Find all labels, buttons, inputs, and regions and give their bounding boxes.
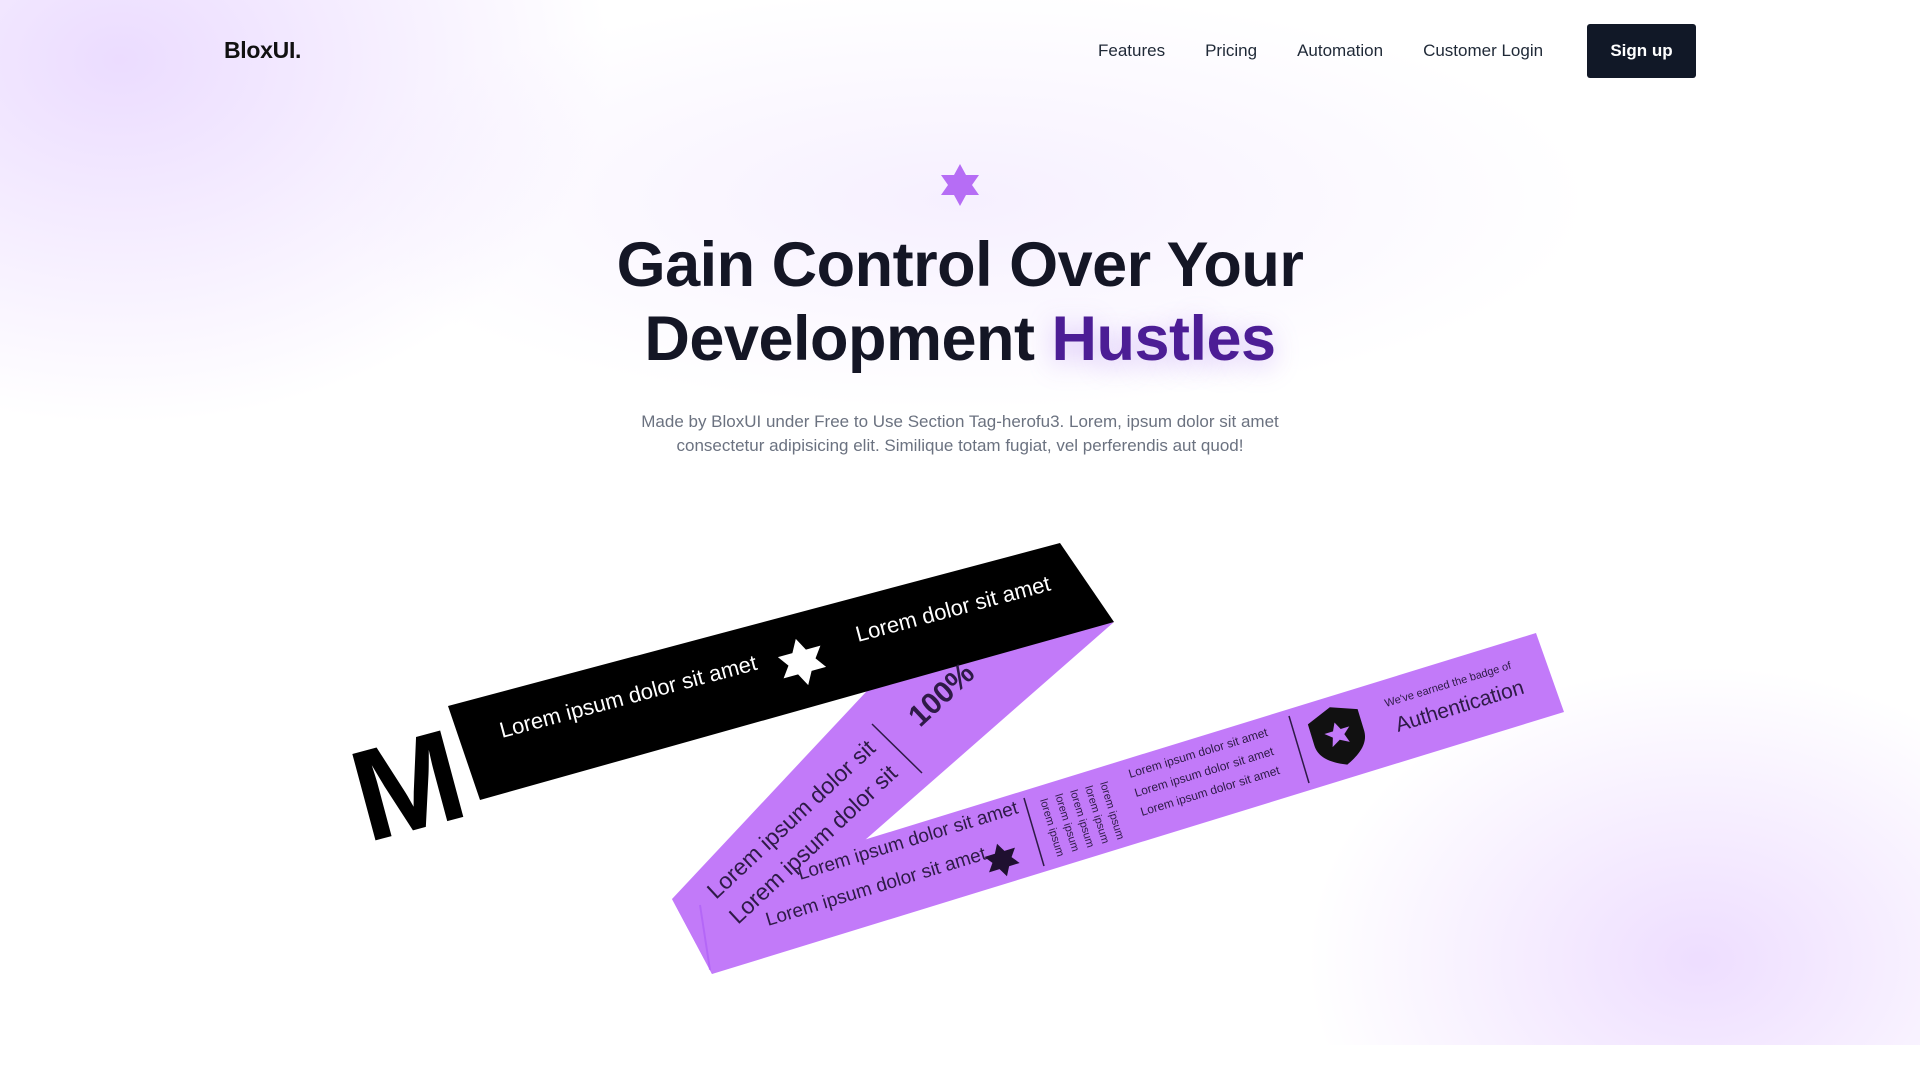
nav-link-features[interactable]: Features [1098,41,1165,61]
nav-link-automation[interactable]: Automation [1297,41,1383,61]
signup-button[interactable]: Sign up [1587,24,1696,78]
hero-subtitle-line-2: consectetur adipisicing elit. Similique … [676,436,1244,455]
brand-logo[interactable]: BloxUI. [224,37,301,64]
nav-link-pricing[interactable]: Pricing [1205,41,1257,61]
main-nav: Features Pricing Automation Customer Log… [1098,41,1543,61]
hexagram-star-icon [941,164,979,206]
ribbons-svg: M Lorem ipsum dolor sit amet Lorem dolor… [337,543,1564,974]
hero-title-line-1: Gain Control Over Your [616,230,1304,300]
nav-link-customer-login[interactable]: Customer Login [1423,41,1543,61]
hero-title-plain: Development [644,304,1052,374]
hero-subtitle: Made by BloxUI under Free to Use Section… [560,410,1360,458]
hero-title: Gain Control Over Your Development Hustl… [0,228,1920,376]
hero-title-highlight: Hustles [1051,304,1277,374]
hero-title-line-2: Development Hustles [0,302,1920,376]
hero-subtitle-line-1: Made by BloxUI under Free to Use Section… [641,412,1279,431]
ribbons-illustration: M Lorem ipsum dolor sit amet Lorem dolor… [337,530,1600,990]
page-bottom-strip [0,1045,1920,1080]
site-header: BloxUI. Features Pricing Automation Cust… [0,0,1920,102]
